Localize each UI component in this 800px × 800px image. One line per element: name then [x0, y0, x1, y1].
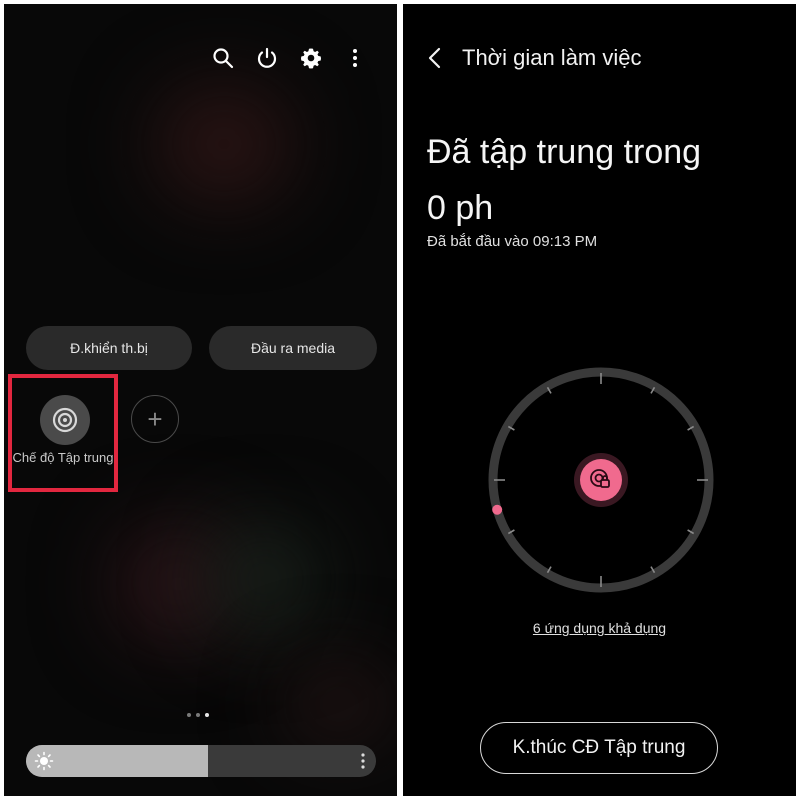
page-title: Thời gian làm việc	[462, 45, 642, 70]
search-icon[interactable]	[207, 42, 239, 74]
progress-marker	[492, 504, 503, 515]
device-control-button[interactable]: Đ.khiển th.bị	[26, 326, 192, 370]
more-vert-icon[interactable]	[339, 42, 371, 74]
brightness-more-icon[interactable]	[358, 752, 368, 770]
sun-icon	[34, 751, 54, 771]
focused-duration-heading: Đã tập trung trong 0 ph	[427, 124, 701, 236]
background-blur	[204, 524, 324, 634]
media-output-label: Đầu ra media	[250, 340, 336, 356]
focus-mode-label: Chế độ Tập trung	[12, 450, 114, 465]
available-apps-link[interactable]: 6 ứng dụng khả dụng	[403, 620, 796, 636]
page-dot	[196, 713, 200, 717]
end-focus-label: K.thúc CĐ Tập trung	[512, 737, 686, 758]
device-control-label: Đ.khiển th.bị	[70, 340, 148, 356]
focused-duration-value: 0 ph	[427, 189, 494, 227]
start-time-text: Đã bắt đầu vào 09:13 PM	[427, 233, 598, 250]
settings-icon[interactable]	[295, 42, 327, 74]
add-tile-button[interactable]: +	[131, 395, 179, 443]
focus-target-icon	[52, 407, 78, 433]
focus-session-screen: Thời gian làm việc Đã tập trung trong 0 …	[403, 4, 796, 796]
power-icon[interactable]	[251, 42, 283, 74]
page-indicator	[187, 713, 209, 717]
quick-panel: Đ.khiển th.bị Đầu ra media Chế độ Tập tr…	[4, 4, 397, 796]
focused-duration-text: Đã tập trung trong	[427, 133, 702, 171]
media-output-button[interactable]: Đầu ra media	[209, 326, 377, 370]
back-arrow-icon[interactable]	[425, 44, 445, 72]
background-blur	[284, 664, 394, 744]
brightness-slider[interactable]	[26, 745, 376, 777]
page-dot	[187, 713, 191, 717]
plus-icon: +	[147, 403, 163, 434]
focus-timer-dial	[488, 367, 714, 593]
focus-mode-tile[interactable]	[40, 395, 90, 445]
background-blur	[154, 84, 294, 204]
page-dot-active	[205, 713, 209, 717]
end-focus-button[interactable]: K.thúc CĐ Tập trung	[480, 722, 718, 774]
